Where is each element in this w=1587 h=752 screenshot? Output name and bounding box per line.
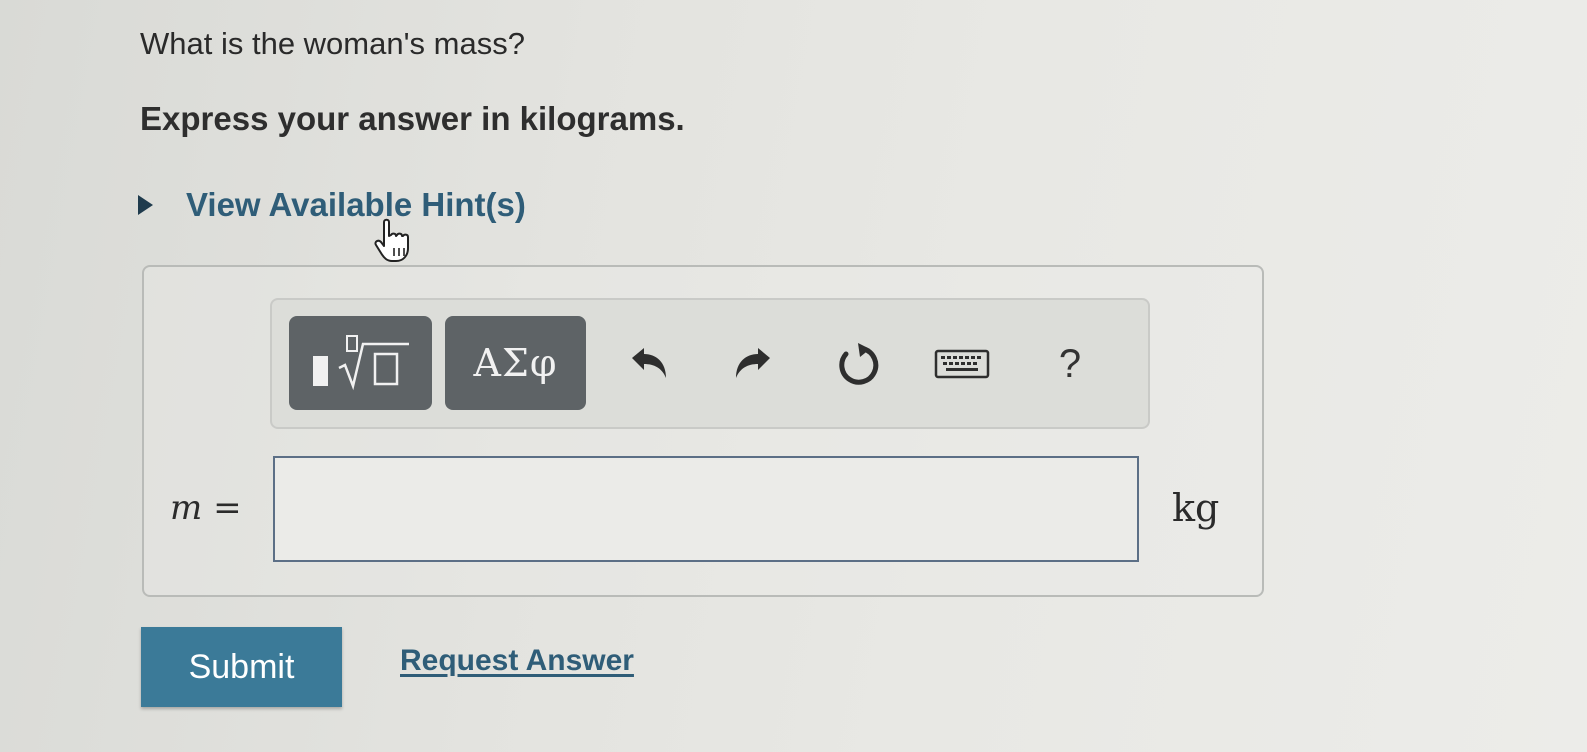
- templates-button[interactable]: [289, 316, 432, 410]
- submit-button[interactable]: Submit: [141, 627, 342, 707]
- view-hints-label: View Available Hint(s): [186, 186, 526, 223]
- undo-icon: [632, 348, 666, 378]
- request-answer-link[interactable]: Request Answer: [400, 644, 634, 678]
- variable-label: m =: [170, 488, 242, 528]
- view-hints-toggle[interactable]: View Available Hint(s): [138, 186, 526, 224]
- redo-button[interactable]: [726, 336, 782, 392]
- question-text: What is the woman's mass?: [140, 26, 525, 61]
- play-triangle-icon: [138, 195, 153, 215]
- redo-icon: [736, 348, 770, 378]
- greek-symbols-button[interactable]: ΑΣφ: [445, 316, 586, 410]
- reset-button[interactable]: [830, 336, 886, 392]
- keyboard-button[interactable]: [932, 336, 992, 392]
- answer-instruction: Express your answer in kilograms.: [140, 100, 685, 137]
- undo-button[interactable]: [620, 336, 676, 392]
- keyboard-icon: [934, 349, 990, 379]
- unit-label: kg: [1172, 486, 1220, 530]
- help-button[interactable]: ?: [1045, 336, 1095, 392]
- hand-pointer-cursor-icon: [374, 218, 409, 262]
- fraction-root-templates-icon: [312, 335, 409, 391]
- variable-symbol: m: [170, 488, 203, 528]
- answer-input[interactable]: [273, 456, 1139, 562]
- equals-sign: =: [213, 488, 242, 528]
- reset-icon: [839, 343, 879, 385]
